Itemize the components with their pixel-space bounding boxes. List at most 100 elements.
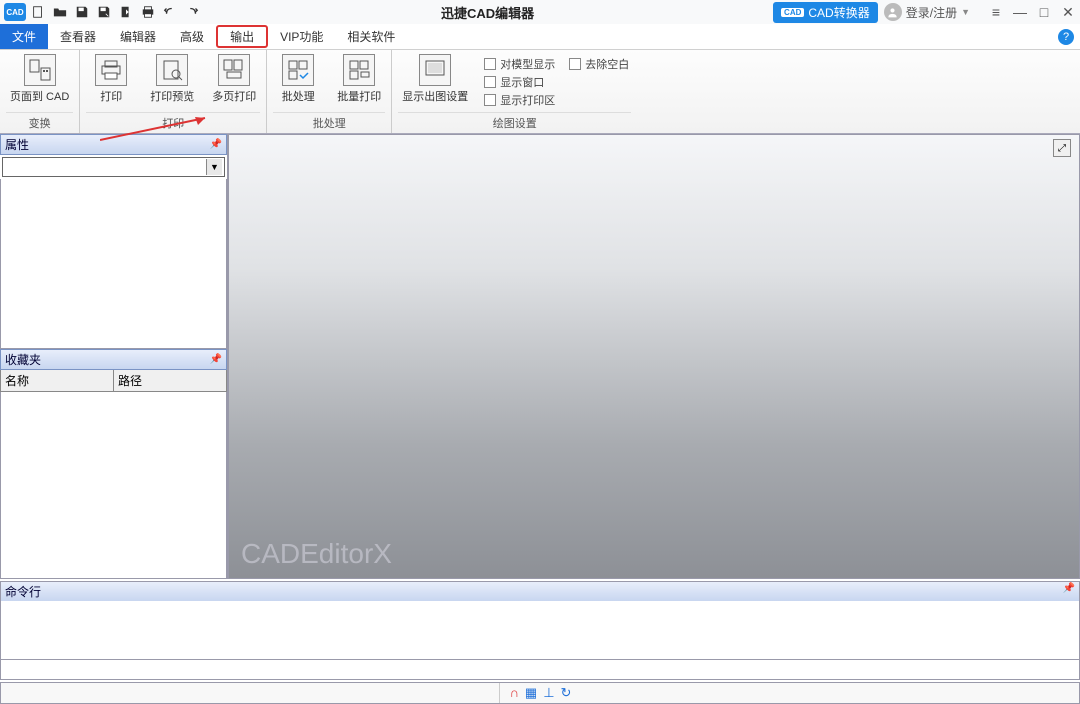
page-to-cad-icon bbox=[24, 54, 56, 86]
print-icon[interactable] bbox=[138, 2, 158, 22]
plot-settings-button[interactable]: 显示出图设置 bbox=[398, 52, 472, 106]
plot-settings-icon bbox=[419, 54, 451, 86]
export-icon[interactable] bbox=[116, 2, 136, 22]
grid-icon[interactable]: ▦ bbox=[525, 685, 537, 701]
ribbon-toolbar: 页面到 CAD 变换 打印 打印预览 多页打印 打印 批处理 bbox=[0, 50, 1080, 134]
canvas-watermark: CADEditorX bbox=[241, 538, 392, 570]
properties-panel: 属性 📌 ▼ bbox=[0, 134, 227, 349]
ribbon-group-plot-settings: 显示出图设置 对模型显示 显示窗口 显示打印区 去除空白 绘图设置 bbox=[392, 50, 637, 133]
chevron-down-icon: ▼ bbox=[206, 159, 222, 175]
snap-magnet-icon[interactable]: ∩ bbox=[510, 685, 519, 701]
properties-body bbox=[0, 179, 227, 349]
pin-icon[interactable]: 📌 bbox=[210, 139, 222, 150]
maximize-icon[interactable]: □ bbox=[1036, 4, 1052, 21]
batch-print-label: 批量打印 bbox=[337, 88, 381, 104]
canvas-expand-icon[interactable]: ⤢ bbox=[1053, 139, 1071, 157]
menu-editor[interactable]: 编辑器 bbox=[108, 24, 168, 49]
checkbox-icon bbox=[484, 76, 496, 88]
check-model-display[interactable]: 对模型显示 bbox=[484, 56, 555, 72]
check-show-print-area[interactable]: 显示打印区 bbox=[484, 92, 555, 108]
print-preview-label: 打印预览 bbox=[150, 88, 194, 104]
properties-panel-header[interactable]: 属性 📌 bbox=[0, 134, 227, 155]
cad-badge-icon: CAD bbox=[781, 8, 804, 17]
check-remove-blank[interactable]: 去除空白 bbox=[569, 56, 629, 72]
undo-icon[interactable] bbox=[160, 2, 180, 22]
title-bar: CAD 迅捷CAD编辑器 CAD CAD转换器 登录/注册 ▼ ≡ — □ ✕ bbox=[0, 0, 1080, 24]
menu-viewer[interactable]: 查看器 bbox=[48, 24, 108, 49]
menu-vip[interactable]: VIP功能 bbox=[268, 24, 335, 49]
plot-settings-checks-col1: 对模型显示 显示窗口 显示打印区 bbox=[482, 52, 557, 112]
app-logo-icon: CAD bbox=[4, 3, 26, 21]
favorites-panel: 收藏夹 📌 名称 路径 bbox=[0, 349, 227, 579]
user-login-label: 登录/注册 bbox=[906, 4, 957, 21]
status-toggles: ∩ ▦ ⊥ ↻ bbox=[500, 685, 582, 701]
multi-page-print-icon bbox=[218, 54, 250, 86]
window-controls: ≡ — □ ✕ bbox=[988, 4, 1076, 21]
batch-print-icon bbox=[343, 54, 375, 86]
drawing-canvas[interactable]: ⤢ CADEditorX bbox=[228, 134, 1080, 579]
print-preview-button[interactable]: 打印预览 bbox=[146, 52, 198, 106]
side-panels: 属性 📌 ▼ 收藏夹 📌 名称 路径 bbox=[0, 134, 228, 579]
checkbox-icon bbox=[484, 94, 496, 106]
window-title: 迅捷CAD编辑器 bbox=[202, 3, 773, 22]
ribbon-group-print: 打印 打印预览 多页打印 打印 bbox=[80, 50, 267, 133]
dropdown-chevron-icon: ▼ bbox=[961, 7, 970, 17]
command-title: 命令行 bbox=[5, 583, 41, 600]
batch-icon bbox=[282, 54, 314, 86]
open-folder-icon[interactable] bbox=[50, 2, 70, 22]
help-icon[interactable]: ? bbox=[1058, 29, 1074, 45]
menu-file[interactable]: 文件 bbox=[0, 24, 48, 49]
page-to-cad-button[interactable]: 页面到 CAD bbox=[6, 52, 73, 106]
close-icon[interactable]: ✕ bbox=[1060, 4, 1076, 21]
favorites-body bbox=[0, 392, 227, 579]
status-bar: ∩ ▦ ⊥ ↻ bbox=[0, 682, 1080, 704]
menu-bar: 文件 查看器 编辑器 高级 输出 VIP功能 相关软件 ? bbox=[0, 24, 1080, 50]
print-button[interactable]: 打印 bbox=[86, 52, 136, 106]
favorites-columns: 名称 路径 bbox=[0, 370, 227, 392]
batch-label: 批处理 bbox=[282, 88, 315, 104]
properties-combo[interactable]: ▼ bbox=[2, 157, 225, 177]
multi-page-print-button[interactable]: 多页打印 bbox=[208, 52, 260, 106]
user-avatar-icon bbox=[884, 3, 902, 21]
ribbon-group-batch: 批处理 批量打印 批处理 bbox=[267, 50, 392, 133]
pin-icon[interactable]: 📌 bbox=[1063, 583, 1075, 600]
pin-icon[interactable]: 📌 bbox=[210, 354, 222, 365]
batch-button[interactable]: 批处理 bbox=[273, 52, 323, 106]
command-output bbox=[1, 601, 1079, 659]
status-coords bbox=[1, 683, 500, 703]
multi-page-print-label: 多页打印 bbox=[212, 88, 256, 104]
menu-advanced[interactable]: 高级 bbox=[168, 24, 216, 49]
ribbon-group-transform: 页面到 CAD 变换 bbox=[0, 50, 80, 133]
minimize-icon[interactable]: — bbox=[1012, 4, 1028, 21]
redo-icon[interactable] bbox=[182, 2, 202, 22]
ribbon-group-print-label: 打印 bbox=[86, 112, 260, 133]
polar-icon[interactable]: ↻ bbox=[561, 685, 572, 701]
page-to-cad-label: 页面到 CAD bbox=[10, 88, 69, 104]
menu-related-software[interactable]: 相关软件 bbox=[335, 24, 407, 49]
main-area: 属性 📌 ▼ 收藏夹 📌 名称 路径 ⤢ CADEditorX bbox=[0, 134, 1080, 579]
menu-icon[interactable]: ≡ bbox=[988, 4, 1004, 21]
ribbon-group-batch-label: 批处理 bbox=[273, 112, 385, 133]
favorites-title: 收藏夹 bbox=[5, 351, 41, 368]
cad-converter-button[interactable]: CAD CAD转换器 bbox=[773, 2, 878, 23]
command-input[interactable] bbox=[1, 659, 1079, 679]
properties-title: 属性 bbox=[5, 136, 29, 153]
plot-settings-label: 显示出图设置 bbox=[402, 88, 468, 104]
check-show-window[interactable]: 显示窗口 bbox=[484, 74, 555, 90]
command-panel: 命令行 📌 bbox=[0, 581, 1080, 680]
favorites-col-path[interactable]: 路径 bbox=[114, 370, 226, 391]
favorites-panel-header[interactable]: 收藏夹 📌 bbox=[0, 349, 227, 370]
favorites-col-name[interactable]: 名称 bbox=[1, 370, 114, 391]
user-login-button[interactable]: 登录/注册 ▼ bbox=[884, 3, 970, 21]
save-as-icon[interactable] bbox=[94, 2, 114, 22]
command-panel-header[interactable]: 命令行 📌 bbox=[1, 582, 1079, 601]
checkbox-icon bbox=[569, 58, 581, 70]
print-preview-icon bbox=[156, 54, 188, 86]
quick-access-toolbar: CAD bbox=[4, 2, 202, 22]
menu-output[interactable]: 输出 bbox=[216, 25, 268, 48]
new-file-icon[interactable] bbox=[28, 2, 48, 22]
save-icon[interactable] bbox=[72, 2, 92, 22]
ortho-icon[interactable]: ⊥ bbox=[543, 685, 554, 701]
ribbon-group-plot-settings-label: 绘图设置 bbox=[398, 112, 631, 133]
batch-print-button[interactable]: 批量打印 bbox=[333, 52, 385, 106]
